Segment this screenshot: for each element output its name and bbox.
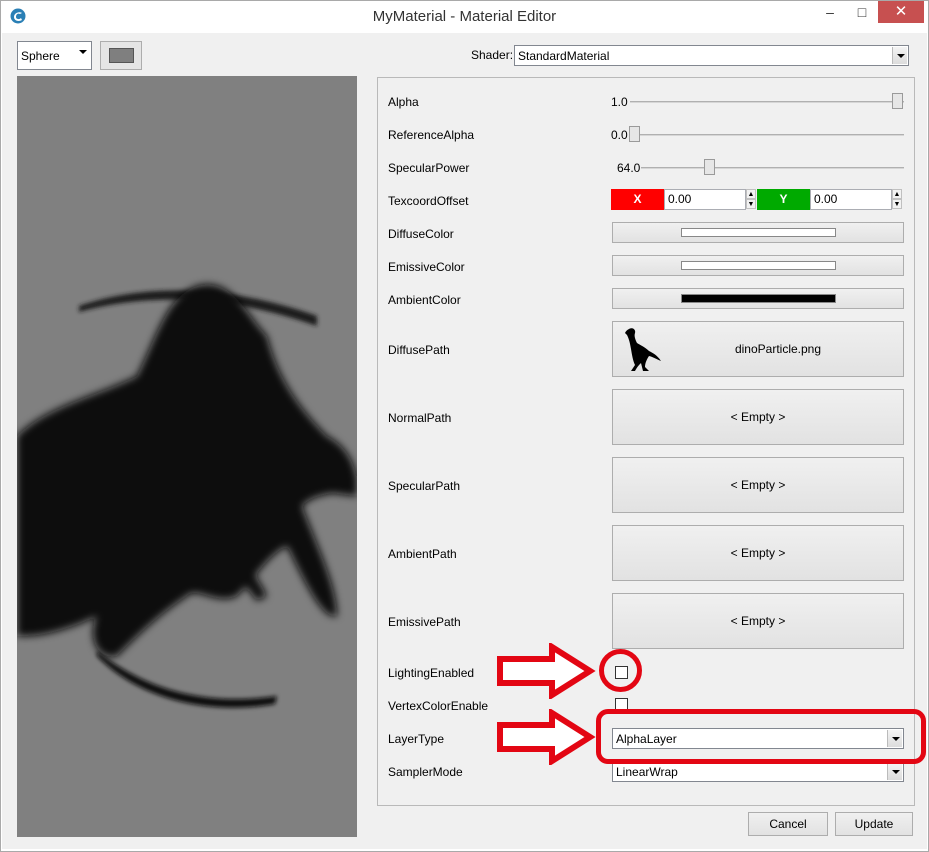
emissive-path-value: < Empty > (730, 614, 786, 628)
ambient-color-button[interactable] (612, 288, 904, 309)
vertex-color-enable-label: VertexColorEnable (388, 699, 489, 713)
emissive-color-swatch (681, 261, 836, 270)
background-color-button[interactable] (100, 41, 142, 70)
annotation-arrow-right (497, 709, 596, 765)
x-tag: X (611, 189, 664, 210)
preview-render (17, 284, 357, 708)
y-tag: Y (757, 189, 810, 210)
diffuse-path-label: DiffusePath (388, 343, 450, 357)
cancel-button[interactable]: Cancel (748, 812, 828, 836)
specular-path-label: SpecularPath (388, 479, 461, 493)
ambient-path-label: AmbientPath (388, 547, 457, 561)
sampler-mode-select[interactable]: LinearWrap (612, 761, 904, 782)
lighting-enabled-label: LightingEnabled (388, 666, 475, 680)
normal-path-button[interactable]: < Empty > (612, 389, 904, 445)
y-offset-spinner[interactable]: ▲ ▼ (892, 189, 902, 210)
spin-up-icon[interactable]: ▲ (892, 189, 902, 199)
chevron-down-icon (75, 43, 90, 68)
client-area: Sphere Shader: StandardMaterial Alpha 1.… (2, 33, 927, 849)
normal-path-label: NormalPath (388, 411, 452, 425)
reference-alpha-label: ReferenceAlpha (388, 128, 475, 142)
diffuse-color-swatch (681, 228, 836, 237)
shader-value: StandardMaterial (518, 49, 610, 63)
ambient-color-swatch (681, 294, 836, 303)
x-offset-input[interactable]: 0.00 (664, 189, 746, 210)
background-color-swatch (109, 48, 134, 63)
specular-power-slider-track[interactable] (641, 167, 904, 169)
specular-path-button[interactable]: < Empty > (612, 457, 904, 513)
material-preview-viewport[interactable] (17, 76, 357, 837)
x-offset-spinner[interactable]: ▲ ▼ (746, 189, 756, 210)
y-offset-input[interactable]: 0.00 (810, 189, 892, 210)
annotation-circle (599, 649, 642, 692)
texcoord-offset-label: TexcoordOffset (388, 194, 469, 208)
diffuse-path-value: dinoParticle.png (734, 342, 822, 356)
sampler-mode-label: SamplerMode (388, 765, 463, 779)
ambient-color-label: AmbientColor (388, 293, 461, 307)
alpha-slider-thumb[interactable] (892, 93, 903, 109)
spin-down-icon[interactable]: ▼ (746, 199, 756, 209)
emissive-color-button[interactable] (612, 255, 904, 276)
specular-path-value: < Empty > (730, 478, 786, 492)
material-editor-window: MyMaterial - Material Editor – □ ✕ Spher… (0, 0, 929, 852)
specular-power-slider-thumb[interactable] (704, 159, 715, 175)
alpha-label: Alpha (388, 95, 419, 109)
reference-alpha-slider-thumb[interactable] (629, 126, 640, 142)
alpha-slider-track[interactable] (630, 101, 904, 103)
alpha-value: 1.0 (611, 95, 628, 109)
annotation-arrow-right (497, 643, 596, 699)
shader-label: Shader: (471, 48, 514, 62)
emissive-path-button[interactable]: < Empty > (612, 593, 904, 649)
ambient-path-value: < Empty > (730, 546, 786, 560)
shader-select[interactable]: StandardMaterial (514, 45, 909, 66)
minimize-button[interactable]: – (813, 1, 847, 23)
diffuse-color-label: DiffuseColor (388, 227, 454, 241)
reference-alpha-slider-track[interactable] (630, 134, 904, 136)
annotation-rectangle (596, 709, 926, 764)
update-button[interactable]: Update (835, 812, 913, 836)
title-bar: MyMaterial - Material Editor – □ ✕ (1, 1, 928, 33)
diffuse-path-button[interactable]: dinoParticle.png (612, 321, 904, 377)
layer-type-label: LayerType (388, 732, 445, 746)
spin-down-icon[interactable]: ▼ (892, 199, 902, 209)
spin-up-icon[interactable]: ▲ (746, 189, 756, 199)
emissive-color-label: EmissiveColor (388, 260, 465, 274)
emissive-path-label: EmissivePath (388, 615, 461, 629)
window-title: MyMaterial - Material Editor (372, 8, 557, 25)
preview-shape-select[interactable]: Sphere (17, 41, 92, 70)
ambient-path-button[interactable]: < Empty > (612, 525, 904, 581)
specular-power-label: SpecularPower (388, 161, 470, 175)
diffuse-color-button[interactable] (612, 222, 904, 243)
close-button[interactable]: ✕ (878, 1, 924, 23)
specular-power-value: 64.0 (617, 161, 641, 175)
chevron-down-icon (892, 47, 907, 64)
preview-shape-value: Sphere (21, 49, 60, 63)
properties-panel: Alpha 1.0 ReferenceAlpha 0.0 SpecularPow… (377, 77, 915, 806)
normal-path-value: < Empty > (730, 410, 786, 424)
reference-alpha-value: 0.0 (611, 128, 628, 142)
sampler-mode-value: LinearWrap (616, 765, 678, 779)
chevron-down-icon (887, 763, 902, 780)
maximize-button[interactable]: □ (847, 1, 877, 23)
